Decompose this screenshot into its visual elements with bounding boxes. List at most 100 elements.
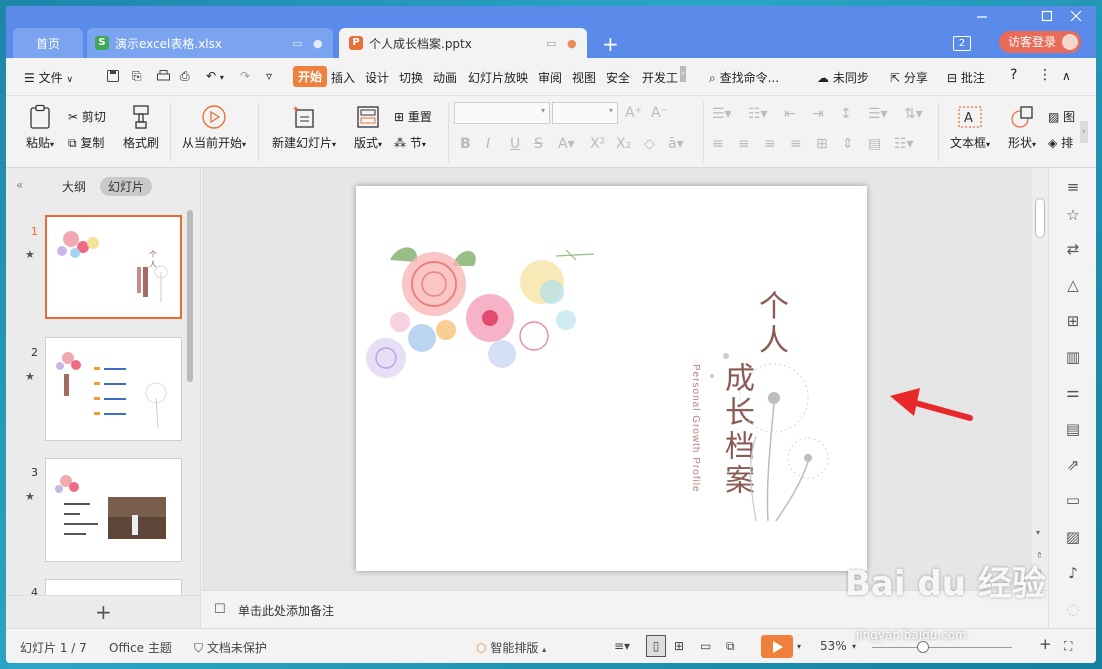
minimize-icon[interactable] (976, 10, 988, 25)
new-slide-button[interactable]: ✦ 新建幻灯片▾ (268, 104, 340, 151)
redo-icon[interactable]: ↷ (240, 69, 250, 83)
zoom-level[interactable]: 53% (820, 639, 847, 653)
tab-insert[interactable]: 插入 (331, 69, 355, 86)
monitor-icon[interactable]: ▭ (546, 37, 556, 50)
image-stack-icon[interactable]: ▤ (1063, 420, 1083, 440)
export-icon[interactable]: ⎘ (132, 69, 142, 84)
speaker-icon[interactable]: ♪ (1063, 564, 1083, 584)
switch-icon[interactable]: ⇄ (1063, 240, 1083, 260)
subscript-icon[interactable]: X₂ (616, 136, 631, 152)
image-icon[interactable]: ▨ (1063, 528, 1083, 548)
paragraph-spacing-icon[interactable]: ⇕ (842, 136, 854, 152)
comment-button[interactable]: ⊟ 批注 (947, 69, 985, 86)
collapse-panel-icon[interactable]: « (16, 178, 23, 192)
format-painter-button[interactable]: 格式刷 (121, 104, 161, 151)
char-spacing-icon[interactable]: ā▾ (668, 136, 684, 152)
decrease-indent-icon[interactable]: ⇤ (784, 106, 796, 122)
monitor-icon[interactable]: ▭ (292, 37, 302, 50)
more-options-icon[interactable]: ⋮ (1038, 67, 1052, 83)
paste-button[interactable]: 粘贴▾ (22, 104, 58, 151)
para-settings-icon[interactable]: ☷▾ (894, 136, 914, 152)
normal-view-icon[interactable]: ▯ (646, 635, 666, 657)
section-button[interactable]: ⁂ 节▾ (394, 134, 426, 151)
font-color-icon[interactable]: A▾ (558, 136, 575, 152)
align-left-icon[interactable]: ≡ (712, 136, 724, 152)
undo-icon[interactable]: ↶ ▾ (206, 69, 224, 83)
canvas-vertical-scrollbar[interactable]: ▾ ⇑ ⇓ (1032, 168, 1048, 590)
font-size-select[interactable]: ▾ (552, 102, 618, 124)
shape-triangle-icon[interactable]: △ (1063, 276, 1083, 296)
customize-dropdown-icon[interactable]: ▿ (266, 69, 272, 83)
reset-button[interactable]: ⊞ 重置 (394, 108, 432, 125)
maximize-icon[interactable] (1041, 10, 1053, 25)
decrease-font-icon[interactable]: A⁻ (651, 105, 668, 121)
sync-status[interactable]: ☁ 未同步 (817, 69, 869, 86)
slide-sorter-icon[interactable]: ⊞ (674, 639, 684, 653)
tab-review[interactable]: 审阅 (538, 69, 562, 86)
copy-button[interactable]: ⧉ 复制 (68, 134, 104, 151)
tab-start[interactable]: 开始 (293, 66, 328, 87)
slide-thumbnail-4[interactable] (45, 579, 182, 595)
scroll-down-icon[interactable]: ▾ (1036, 528, 1040, 537)
play-from-current-button[interactable]: 从当前开始▾ (178, 104, 250, 151)
grid-icon[interactable]: ⊞ (1063, 312, 1083, 332)
chart-icon[interactable]: ▥ (1063, 348, 1083, 368)
file-menu[interactable]: ☰ 文件 ∨ (24, 69, 73, 86)
tab-design[interactable]: 设计 (365, 69, 389, 86)
increase-font-icon[interactable]: A⁺ (625, 105, 642, 121)
tab-developer[interactable]: 开发工 (642, 69, 678, 86)
archive-icon[interactable]: ▭ (1063, 491, 1083, 511)
guest-login-button[interactable]: 访客登录 (999, 31, 1081, 53)
align-text-icon[interactable]: ☰▾ (868, 106, 888, 122)
align-center-icon[interactable]: ≡ (738, 136, 750, 152)
tab-xlsx[interactable]: S 演示excel表格.xlsx ▭ ● (87, 28, 333, 58)
theme-name[interactable]: Office 主题 (109, 639, 172, 656)
tab-transition[interactable]: 切换 (399, 69, 423, 86)
add-slide-plus-icon[interactable]: + (95, 600, 112, 624)
sliders-icon[interactable]: ⚌ (1063, 383, 1083, 403)
new-tab-plus-icon[interactable]: + (602, 32, 619, 56)
line-spacing-icon[interactable]: ⇅▾ (904, 106, 923, 122)
shape-button[interactable]: 形状▾ (1005, 104, 1039, 151)
thumbnail-scrollbar[interactable] (187, 210, 193, 382)
underline-icon[interactable]: U (510, 136, 520, 152)
bullet-list-icon[interactable]: ☰▾ (712, 106, 732, 122)
doc-protection-status[interactable]: ⛉ 文档未保护 (194, 639, 267, 656)
window-count-badge[interactable]: 2 (953, 36, 971, 51)
print-icon[interactable] (156, 69, 171, 86)
tab-home[interactable]: 首页 (13, 28, 83, 58)
font-family-select[interactable]: ▾ (454, 102, 550, 124)
presenter-tools-icon[interactable]: ⧉ (726, 639, 735, 654)
tab-security[interactable]: 安全 (606, 69, 630, 86)
distribute-icon[interactable]: ⊞ (816, 136, 828, 152)
tab-slides[interactable]: 幻灯片 (100, 177, 153, 196)
star-effects-icon[interactable]: ☆ (1063, 206, 1083, 226)
current-slide[interactable]: 个人 成长档案 Personal Growth Profile (356, 186, 867, 571)
superscript-icon[interactable]: X² (590, 136, 605, 152)
zoom-slider-thumb[interactable] (917, 641, 929, 653)
bold-icon[interactable]: B (460, 136, 471, 152)
fit-window-icon[interactable]: ⛶ (1064, 639, 1072, 654)
close-icon[interactable] (1070, 10, 1082, 25)
play-options-chevron-icon[interactable]: ▾ (797, 642, 801, 651)
zoom-slider-track[interactable] (872, 647, 1012, 648)
scrollbar-thumb[interactable] (1035, 198, 1045, 238)
align-right-icon[interactable]: ≡ (764, 136, 776, 152)
italic-icon[interactable]: I (486, 136, 490, 152)
export-arrow-icon[interactable]: ⇗ (1063, 456, 1083, 476)
strikethrough-icon[interactable]: S (534, 136, 543, 152)
tabs-scroll-right-icon[interactable]: › (680, 66, 686, 82)
numbered-list-icon[interactable]: ☷▾ (748, 106, 768, 122)
clear-format-icon[interactable]: ◇ (644, 136, 655, 152)
share-button[interactable]: ⇱ 分享 (890, 69, 928, 86)
slide-thumbnail-3[interactable] (45, 458, 182, 562)
print-preview-icon[interactable]: ⎙ (180, 69, 190, 84)
increase-indent-icon[interactable]: ⇥ (812, 106, 824, 122)
picture-button[interactable]: ▨ 图 (1048, 108, 1075, 125)
tab-outline[interactable]: 大纲 (62, 178, 86, 195)
cut-button[interactable]: ✂ 剪切 (68, 108, 106, 125)
menu-lines-icon[interactable]: ≡ (1063, 178, 1083, 198)
zoom-in-icon[interactable]: + (1039, 635, 1052, 653)
save-icon[interactable] (106, 69, 120, 86)
dot-icon[interactable]: ● (313, 37, 323, 50)
